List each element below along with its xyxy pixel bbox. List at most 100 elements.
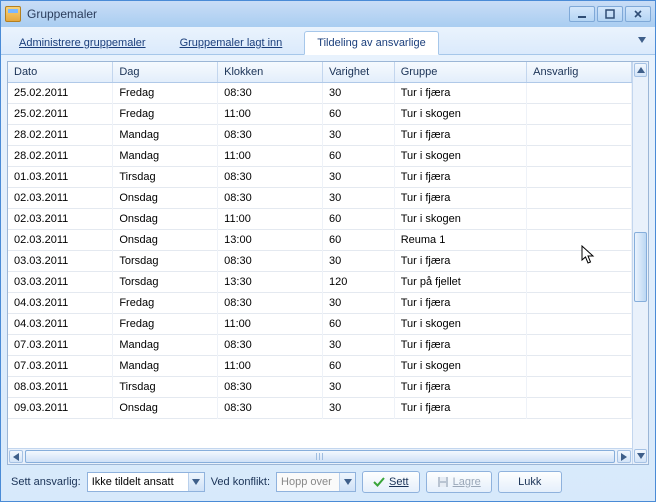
grid-table[interactable]: DatoDagKlokkenVarighetGruppeAnsvarlig (8, 62, 632, 83)
cell-klokken[interactable]: 13:00 (218, 230, 323, 251)
cell-ansvarlig[interactable] (527, 83, 632, 104)
cell-dato[interactable]: 02.03.2011 (8, 230, 113, 251)
table-row[interactable]: 03.03.2011Torsdag13:30120Tur på fjellet (8, 272, 632, 293)
cell-dato[interactable]: 03.03.2011 (8, 251, 113, 272)
close-button[interactable] (625, 6, 651, 22)
table-row[interactable]: 25.02.2011Fredag08:3030Tur i fjæra (8, 83, 632, 104)
cell-varighet[interactable]: 30 (322, 167, 394, 188)
cell-klokken[interactable]: 08:30 (218, 167, 323, 188)
lagre-button[interactable]: Lagre (426, 471, 492, 493)
cell-ansvarlig[interactable] (527, 398, 632, 419)
scroll-down-button[interactable] (634, 449, 647, 463)
table-row[interactable]: 07.03.2011Mandag08:3030Tur i fjæra (8, 335, 632, 356)
table-row[interactable]: 28.02.2011Mandag11:0060Tur i skogen (8, 146, 632, 167)
tab-overflow-button[interactable] (635, 33, 649, 47)
cell-ansvarlig[interactable] (527, 377, 632, 398)
cell-dag[interactable]: Onsdag (113, 398, 218, 419)
cell-klokken[interactable]: 08:30 (218, 251, 323, 272)
cell-dag[interactable]: Onsdag (113, 188, 218, 209)
cell-dag[interactable]: Onsdag (113, 209, 218, 230)
scroll-right-button[interactable] (617, 450, 631, 463)
grid-header-row[interactable]: DatoDagKlokkenVarighetGruppeAnsvarlig (8, 62, 632, 83)
sett-ansvarlig-input[interactable] (88, 473, 188, 491)
cell-ansvarlig[interactable] (527, 104, 632, 125)
cell-klokken[interactable]: 11:00 (218, 209, 323, 230)
cell-klokken[interactable]: 11:00 (218, 146, 323, 167)
cell-gruppe[interactable]: Tur i skogen (394, 356, 526, 377)
cell-klokken[interactable]: 08:30 (218, 83, 323, 104)
cell-varighet[interactable]: 60 (322, 104, 394, 125)
scroll-left-button[interactable] (9, 450, 23, 463)
column-header-dag[interactable]: Dag (113, 62, 218, 83)
cell-varighet[interactable]: 30 (322, 398, 394, 419)
cell-klokken[interactable]: 08:30 (218, 335, 323, 356)
cell-varighet[interactable]: 30 (322, 377, 394, 398)
cell-dag[interactable]: Fredag (113, 314, 218, 335)
cell-klokken[interactable]: 11:00 (218, 314, 323, 335)
cell-ansvarlig[interactable] (527, 272, 632, 293)
sett-ansvarlig-dropdown-button[interactable] (188, 473, 204, 491)
column-header-varighet[interactable]: Varighet (322, 62, 394, 83)
cell-ansvarlig[interactable] (527, 251, 632, 272)
column-header-klokken[interactable]: Klokken (218, 62, 323, 83)
table-row[interactable]: 03.03.2011Torsdag08:3030Tur i fjæra (8, 251, 632, 272)
cell-dato[interactable]: 01.03.2011 (8, 167, 113, 188)
tab-administrere[interactable]: Administrere gruppemaler (7, 32, 158, 54)
ved-konflikt-combo[interactable] (276, 472, 356, 492)
cell-dato[interactable]: 25.02.2011 (8, 83, 113, 104)
table-row[interactable]: 07.03.2011Mandag11:0060Tur i skogen (8, 356, 632, 377)
cell-varighet[interactable]: 60 (322, 146, 394, 167)
cell-varighet[interactable]: 60 (322, 314, 394, 335)
cell-dag[interactable]: Mandag (113, 146, 218, 167)
cell-klokken[interactable]: 08:30 (218, 125, 323, 146)
cell-dag[interactable]: Torsdag (113, 272, 218, 293)
cell-dag[interactable]: Torsdag (113, 251, 218, 272)
cell-dag[interactable]: Mandag (113, 125, 218, 146)
titlebar[interactable]: Gruppemaler (1, 1, 655, 27)
cell-varighet[interactable]: 30 (322, 188, 394, 209)
cell-varighet[interactable]: 30 (322, 125, 394, 146)
cell-varighet[interactable]: 60 (322, 230, 394, 251)
tab-lagt-inn[interactable]: Gruppemaler lagt inn (168, 32, 295, 54)
table-row[interactable]: 01.03.2011Tirsdag08:3030Tur i fjæra (8, 167, 632, 188)
cell-varighet[interactable]: 30 (322, 293, 394, 314)
cell-dag[interactable]: Tirsdag (113, 167, 218, 188)
cell-gruppe[interactable]: Tur i fjæra (394, 251, 526, 272)
minimize-button[interactable] (569, 6, 595, 22)
cell-klokken[interactable]: 11:00 (218, 104, 323, 125)
cell-dato[interactable]: 04.03.2011 (8, 293, 113, 314)
cell-gruppe[interactable]: Reuma 1 (394, 230, 526, 251)
cell-dato[interactable]: 28.02.2011 (8, 125, 113, 146)
cell-gruppe[interactable]: Tur i skogen (394, 146, 526, 167)
ved-konflikt-dropdown-button[interactable] (339, 473, 355, 491)
maximize-button[interactable] (597, 6, 623, 22)
cell-ansvarlig[interactable] (527, 230, 632, 251)
cell-dato[interactable]: 28.02.2011 (8, 146, 113, 167)
vscroll-thumb[interactable] (634, 232, 647, 302)
cell-gruppe[interactable]: Tur i skogen (394, 314, 526, 335)
table-row[interactable]: 02.03.2011Onsdag11:0060Tur i skogen (8, 209, 632, 230)
vertical-scrollbar[interactable] (632, 62, 648, 464)
cell-dag[interactable]: Mandag (113, 335, 218, 356)
cell-klokken[interactable]: 11:00 (218, 356, 323, 377)
cell-dag[interactable]: Fredag (113, 293, 218, 314)
cell-gruppe[interactable]: Tur i fjæra (394, 167, 526, 188)
table-row[interactable]: 08.03.2011Tirsdag08:3030Tur i fjæra (8, 377, 632, 398)
table-row[interactable]: 04.03.2011Fredag11:0060Tur i skogen (8, 314, 632, 335)
cell-varighet[interactable]: 30 (322, 83, 394, 104)
cell-dato[interactable]: 02.03.2011 (8, 188, 113, 209)
cell-ansvarlig[interactable] (527, 125, 632, 146)
tab-tildeling[interactable]: Tildeling av ansvarlige (304, 31, 438, 55)
cell-gruppe[interactable]: Tur i fjæra (394, 335, 526, 356)
cell-gruppe[interactable]: Tur på fjellet (394, 272, 526, 293)
cell-ansvarlig[interactable] (527, 335, 632, 356)
cell-dag[interactable]: Fredag (113, 104, 218, 125)
cell-gruppe[interactable]: Tur i fjæra (394, 293, 526, 314)
cell-ansvarlig[interactable] (527, 314, 632, 335)
cell-ansvarlig[interactable] (527, 167, 632, 188)
table-row[interactable]: 28.02.2011Mandag08:3030Tur i fjæra (8, 125, 632, 146)
cell-varighet[interactable]: 60 (322, 209, 394, 230)
cell-dato[interactable]: 02.03.2011 (8, 209, 113, 230)
grid-rows[interactable]: 25.02.2011Fredag08:3030Tur i fjæra25.02.… (8, 83, 632, 419)
cell-gruppe[interactable]: Tur i skogen (394, 104, 526, 125)
